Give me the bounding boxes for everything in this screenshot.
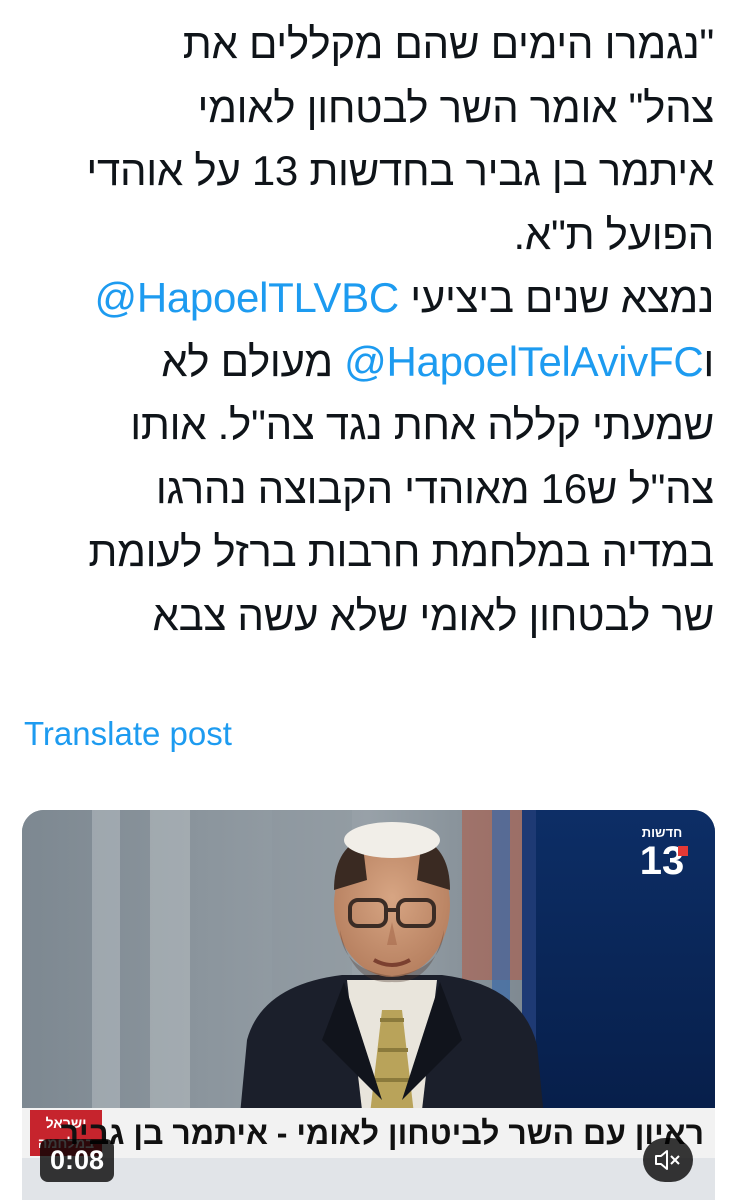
video-duration-badge: 0:08 <box>40 1139 115 1182</box>
mute-button[interactable] <box>643 1138 693 1182</box>
post-text-line-1: "נגמרו הימים שהם מקללים את <box>182 20 715 67</box>
post-text-line-4: הפועל ת"א. <box>513 210 715 258</box>
mention-hapoeltlvbc-link[interactable]: @HapoelTLVBC <box>95 274 400 321</box>
post-text-line-5-text: נמצא שנים ביציעי <box>398 274 714 321</box>
channel-logo-number: 13 <box>640 839 685 883</box>
chyron-text: ראיון עם השר לביטחון לאומי - איתמר בן גב… <box>61 1115 704 1151</box>
post-text-line-6: ו@HapoelTelAvivFC מעולם לא <box>22 330 714 394</box>
mention-hapoeltelavivfc-link[interactable]: @HapoelTelAvivFC <box>344 338 704 385</box>
video-frame: ישראל במלחמה ראיון עם השר לביטחון לאומי … <box>22 810 715 1200</box>
volume-muted-icon <box>655 1150 680 1170</box>
post-text-line-6-suffix: מעולם לא <box>161 337 345 385</box>
post-text-line-5: נמצא שנים ביציעי @HapoelTLVBC <box>22 266 715 330</box>
channel-logo-text: חדשות <box>642 825 682 840</box>
post-text-line-8: צה"ל ש16 מאוהדי הקבוצה נהרגו <box>155 464 714 512</box>
post-text-line-9: במדיה במלחמת חרבות ברזל לעומת <box>88 528 714 575</box>
post-text-line-2: צהל" אומר השר לבטחון לאומי <box>197 83 714 131</box>
translate-post-link[interactable]: Translate post <box>24 715 232 753</box>
video-player[interactable]: ישראל במלחמה ראיון עם השר לביטחון לאומי … <box>22 810 715 1200</box>
post-text-line-6-prefix: ו <box>703 337 714 385</box>
post-text-line-3: איתמר בן גביר בחדשות 13 על אוהדי <box>86 147 714 194</box>
post-text-line-10: שר לבטחון לאומי שלא עשה צבא <box>152 591 715 639</box>
post-text: "נגמרו הימים שהם מקללים את צהל" אומר השר… <box>22 12 714 647</box>
post-text-line-7: שמעתי קללה אחת נגד צה"ל. אותו <box>130 401 714 448</box>
